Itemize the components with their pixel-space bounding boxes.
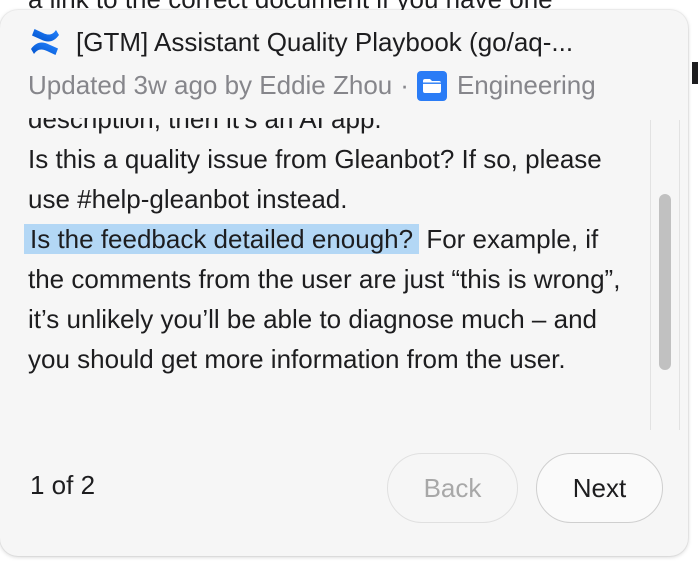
- page-indicator: 1 of 2: [30, 470, 96, 500]
- back-button[interactable]: Back: [387, 453, 518, 523]
- content-viewport[interactable]: description, then it’s an AI app. Is thi…: [0, 118, 660, 432]
- excerpt-cut-line: description, then it’s an AI app.: [28, 118, 382, 134]
- document-title[interactable]: [GTM] Assistant Quality Playbook (go/aq-…: [76, 27, 573, 58]
- card-header: [GTM] Assistant Quality Playbook (go/aq-…: [28, 24, 658, 101]
- background-window-edge: [692, 62, 698, 84]
- next-button[interactable]: Next: [536, 453, 663, 523]
- scrollbar-thumb[interactable]: [659, 194, 671, 370]
- confluence-logo-icon: [31, 29, 59, 55]
- title-row: [GTM] Assistant Quality Playbook (go/aq-…: [28, 24, 658, 60]
- vertical-scrollbar[interactable]: [650, 120, 680, 430]
- highlighted-match: Is the feedback detailed enough?: [24, 224, 420, 254]
- document-excerpt: description, then it’s an AI app. Is thi…: [24, 118, 628, 379]
- excerpt-paragraph-1: Is this a quality issue from Gleanbot? I…: [28, 144, 602, 214]
- folder-name[interactable]: Engineering: [457, 70, 596, 101]
- excerpt-paragraph-2: Is the feedback detailed enough? For exa…: [24, 219, 628, 379]
- document-preview-card: [GTM] Assistant Quality Playbook (go/aq-…: [0, 10, 688, 556]
- meta-separator: ·: [400, 70, 409, 100]
- updated-info: Updated 3w ago by Eddie Zhou: [28, 70, 393, 100]
- document-meta: Updated 3w ago by Eddie Zhou · Engineeri…: [28, 70, 658, 101]
- folder-icon: [416, 70, 447, 101]
